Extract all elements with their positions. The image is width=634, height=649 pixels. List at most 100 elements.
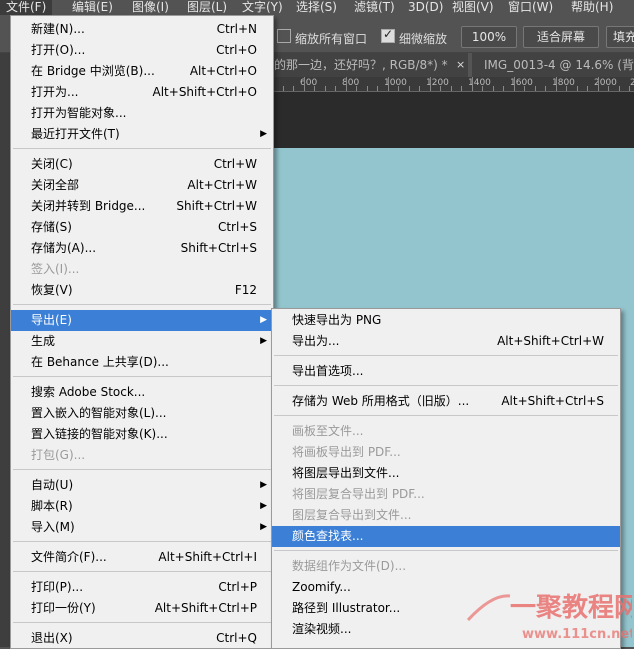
menubar-item-8[interactable]: 视图(V) [446,0,500,15]
file_menu-item[interactable]: 最近打开文件(T) ▶ [11,124,273,145]
menubar-item-0[interactable]: 文件(F) [0,0,53,15]
export_menu-item[interactable]: 导出首选项... [272,361,620,382]
ruler-tick [450,86,452,91]
file_menu-item-label: 生成 [31,334,56,348]
ruler-tick [387,77,389,91]
file_menu-item[interactable]: 退出(X) Ctrl+Q [11,628,273,649]
file_menu-item[interactable]: 在 Bridge 中浏览(B)... Alt+Ctrl+O [11,61,273,82]
file_menu-item-label: 打开为智能对象... [31,106,127,120]
export_menu-item-label: 导出为... [292,334,340,348]
ruler-tick [419,86,420,91]
file_menu-item-shortcut: Ctrl+P [218,580,257,594]
tab-document-2[interactable]: IMG_0013-4 @ 14.6% (背景 [484,53,634,77]
export_menu-item-shortcut: Alt+Shift+Ctrl+S [501,394,604,408]
export_menu-item[interactable]: 存储为 Web 所用格式（旧版）... Alt+Shift+Ctrl+S [272,391,620,412]
fit-screen-button[interactable]: 适合屏幕 [523,26,599,48]
file_menu-item-label: 关闭并转到 Bridge... [31,199,146,213]
ruler-tick [398,86,399,91]
file_menu-item-label: 打印一份(Y) [31,601,96,615]
file_menu-item[interactable]: 关闭(C) Ctrl+W [11,154,273,175]
export_menu-item: 将图层复合导出到 PDF... [272,484,620,505]
ruler-tick [534,86,536,91]
watermark-text: 一聚教程网 [510,593,632,623]
menubar-item-5[interactable]: 选择(S) [290,0,343,15]
ruler-tick [576,86,578,91]
zoom-100-button[interactable]: 100% [461,26,517,48]
site-watermark: 一聚教程网 www.111cn.net [466,593,632,642]
ruler-tick [566,86,567,91]
file_menu-item[interactable]: 打印(P)... Ctrl+P [11,577,273,598]
file_menu-item-shortcut: Ctrl+W [213,157,257,171]
file_menu-item[interactable]: 存储(S) Ctrl+S [11,217,273,238]
submenu-arrow-icon: ▶ [260,129,267,139]
tab-divider [468,53,472,77]
ruler-tick [555,77,557,91]
file_menu-item-label: 自动(U) [31,478,74,492]
file_menu-item[interactable]: 生成 ▶ [11,331,273,352]
file_menu-item-shortcut: Alt+Ctrl+W [187,178,257,192]
menubar-item-4[interactable]: 文字(Y) [236,0,289,15]
menubar-item-1[interactable]: 编辑(E) [66,0,119,15]
ruler-tick [513,77,515,91]
ruler-tick [303,77,305,91]
export_menu-item[interactable]: 颜色查找表... [272,526,620,547]
file_menu-item-shortcut: F12 [234,283,257,297]
file_menu-item-label: 在 Behance 上共享(D)... [31,355,169,369]
file_menu-item[interactable]: 搜索 Adobe Stock... [11,382,273,403]
tab-close-icon[interactable]: × [456,53,465,77]
file_menu-item-label: 脚本(R) [31,499,73,513]
file_menu-item-label: 存储为(A)... [31,241,97,255]
menubar-item-10[interactable]: 帮助(H) [565,0,619,15]
fill-screen-button[interactable]: 填充 [606,26,634,48]
file_menu-item-shortcut: Alt+Shift+Ctrl+P [154,601,257,615]
file_menu-item-shortcut: Ctrl+N [216,22,257,36]
tab-document-1[interactable]: 的那一边，还好吗？, RGB/8*) * [274,53,450,77]
file_menu-item[interactable]: 打开为智能对象... [11,103,273,124]
file_menu-item-label: 置入链接的智能对象(K)... [31,427,168,441]
file_menu-item[interactable]: 导入(M) ▶ [11,517,273,538]
export_menu-item[interactable]: 导出为... Alt+Shift+Ctrl+W [272,331,620,352]
file_menu-item[interactable]: 文件简介(F)... Alt+Shift+Ctrl+I [11,547,273,568]
menu-separator [13,571,271,572]
ruler-tick [597,77,599,91]
menu-separator [274,355,618,356]
ruler-tick [482,86,483,91]
file_menu-item[interactable]: 置入链接的智能对象(K)... [11,424,273,445]
file_menu-item[interactable]: 打开(O)... Ctrl+O [11,40,273,61]
file_menu-item-label: 恢复(V) [31,283,73,297]
file_menu-item[interactable]: 打开为... Alt+Shift+Ctrl+O [11,82,273,103]
menubar-item-3[interactable]: 图层(L) [181,0,233,15]
menubar-item-7[interactable]: 3D(D) [402,0,449,15]
export_menu-item-label: 图层复合导出到文件... [292,508,412,522]
watermark-url: www.111cn.net [522,627,632,642]
file_menu-item[interactable]: 脚本(R) ▶ [11,496,273,517]
export_menu-item-label: 存储为 Web 所用格式（旧版）... [292,394,470,408]
menubar-item-6[interactable]: 滤镜(T) [348,0,401,15]
file_menu-item-label: 新建(N)... [31,22,85,36]
file_menu-item[interactable]: 在 Behance 上共享(D)... [11,352,273,373]
horizontal-ruler: 6008001000120014001600180020002200 [270,77,634,92]
export_menu-item[interactable]: 快速导出为 PNG [272,310,620,331]
export_menu-item-label: 导出首选项... [292,364,364,378]
ruler-tick [293,86,294,91]
file_menu-item[interactable]: 恢复(V) F12 [11,280,273,301]
menu-bar: 文件(F) 编辑(E) 图像(I) 图层(L) 文字(Y) 选择(S) 滤镜(T) 3D(D)… [0,0,634,15]
scrubby-zoom-checkbox[interactable] [381,27,395,43]
file_menu-item[interactable]: 关闭全部 Alt+Ctrl+W [11,175,273,196]
menubar-item-9[interactable]: 窗口(W) [502,0,559,15]
file_menu-item[interactable]: 存储为(A)... Shift+Ctrl+S [11,238,273,259]
scrubby-zoom-label: 细微缩放 [399,32,448,46]
export_menu-item: 将画板导出到 PDF... [272,442,620,463]
ruler-tick [587,86,588,91]
file_menu-item[interactable]: 导出(E) ▶ [11,310,273,331]
file_menu-item[interactable]: 关闭并转到 Bridge... Shift+Ctrl+W [11,196,273,217]
file_menu-item[interactable]: 置入嵌入的智能对象(L)... [11,403,273,424]
export_menu-item-label: 将图层复合导出到 PDF... [292,487,425,501]
file_menu-item[interactable]: 新建(N)... Ctrl+N [11,19,273,40]
file_menu-item[interactable]: 自动(U) ▶ [11,475,273,496]
file_menu-item[interactable]: 打印一份(Y) Alt+Shift+Ctrl+P [11,598,273,619]
zoom-all-windows-checkbox[interactable] [277,29,291,43]
export_menu-item[interactable]: 将图层导出到文件... [272,463,620,484]
tab-document-1-title: 的那一边，还好吗？, RGB/8*) * [274,58,448,72]
menubar-item-2[interactable]: 图像(I) [126,0,175,15]
